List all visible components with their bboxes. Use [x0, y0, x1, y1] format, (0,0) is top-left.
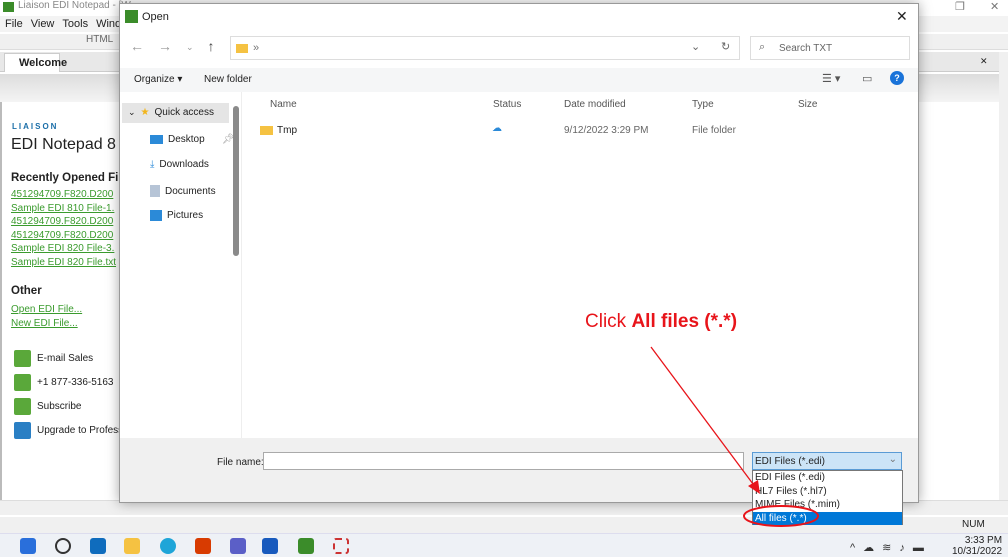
start-icon[interactable]	[20, 538, 36, 554]
file-explorer-icon[interactable]	[124, 538, 140, 554]
search-taskbar-icon[interactable]	[55, 538, 71, 554]
office-icon[interactable]	[195, 538, 211, 554]
system-tray-icons[interactable]: ^☁≋♪▬	[850, 541, 932, 554]
annotation-overlay	[650, 346, 819, 527]
annotation-arrow	[650, 346, 757, 489]
teams-icon[interactable]	[230, 538, 246, 554]
clock-date: 10/31/2022	[952, 546, 1003, 557]
clock[interactable]: 3:33 PM 10/31/2022	[952, 535, 1002, 557]
edi-notepad-taskbar-icon[interactable]	[298, 538, 314, 554]
arrow-head-icon	[748, 480, 760, 494]
outlook-icon[interactable]	[90, 538, 106, 554]
snipping-tool-icon[interactable]	[333, 538, 349, 554]
annotation-ellipse	[743, 505, 819, 527]
word-icon[interactable]	[262, 538, 278, 554]
edge-icon[interactable]	[160, 538, 176, 554]
clock-time: 3:33 PM	[964, 535, 1003, 546]
